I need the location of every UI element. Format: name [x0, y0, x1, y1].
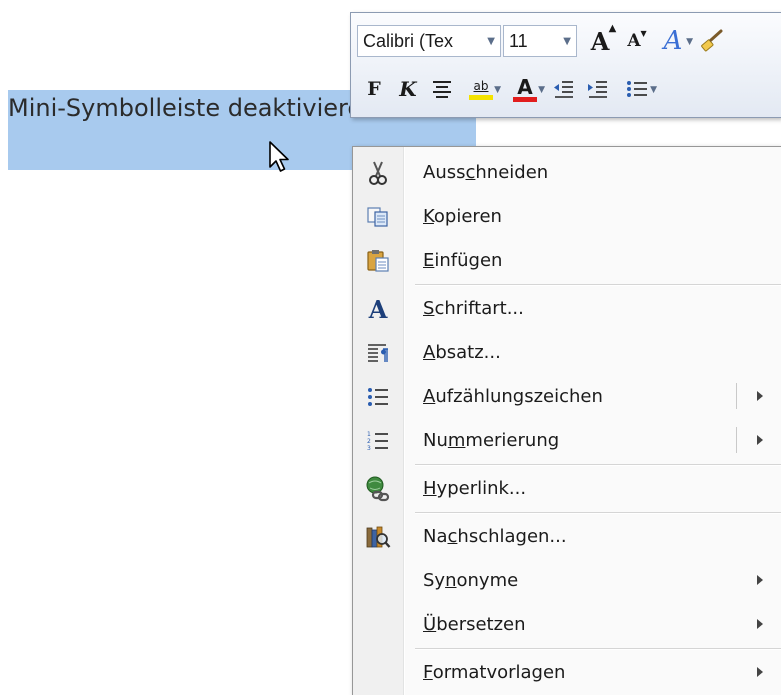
- mouse-pointer-icon: [269, 141, 289, 172]
- chevron-down-icon[interactable]: ▼: [563, 36, 571, 47]
- font-color-bar: [513, 96, 537, 102]
- hyperlink-icon: [363, 475, 393, 503]
- font-name-combo[interactable]: Calibri (Tex ▼: [357, 25, 501, 57]
- menu-item-translate[interactable]: Übersetzen: [353, 603, 781, 647]
- bullets-icon: [363, 383, 393, 411]
- menu-item-label: Formatvorlagen: [423, 662, 566, 683]
- split-divider: [736, 427, 737, 453]
- copy-icon: [363, 203, 393, 231]
- bullets-icon: [627, 81, 647, 97]
- font-color-glyph: A: [517, 74, 533, 99]
- chevron-right-icon[interactable]: [757, 667, 763, 677]
- text-styles-icon: A: [664, 26, 683, 56]
- chevron-down-icon[interactable]: ▼: [686, 37, 693, 47]
- grow-font-glyph: A: [590, 26, 610, 56]
- font-icon: A: [363, 294, 393, 324]
- highlight-color-bar: [469, 94, 493, 100]
- svg-text:2: 2: [367, 438, 371, 445]
- menu-item-numbering[interactable]: 123 Nummerierung: [353, 419, 781, 463]
- menu-separator: [415, 648, 781, 650]
- text-styles-glyph: A: [663, 26, 683, 56]
- menu-item-label: Ausschneiden: [423, 162, 549, 183]
- font-size-combo[interactable]: 11 ▼: [503, 25, 577, 57]
- chevron-down-icon[interactable]: ▼: [494, 85, 501, 95]
- paste-icon: [363, 247, 393, 275]
- highlight-icon: ab: [469, 79, 493, 100]
- menu-item-label: Kopieren: [423, 206, 502, 227]
- chevron-right-icon[interactable]: [757, 391, 763, 401]
- mini-toolbar-row-2: F K ab ▼ A ▼ ▼: [351, 67, 659, 111]
- menu-item-bullets[interactable]: Aufzählungszeichen: [353, 375, 781, 419]
- menu-item-font[interactable]: A Schriftart...: [353, 287, 781, 331]
- bullets-button[interactable]: ▼: [615, 71, 659, 107]
- svg-text:3: 3: [367, 445, 371, 452]
- shrink-font-button[interactable]: A ▼: [617, 23, 651, 59]
- highlight-button[interactable]: ab ▼: [459, 71, 503, 107]
- chevron-down-icon[interactable]: ▼: [487, 36, 495, 47]
- font-name-value: Calibri (Tex: [363, 30, 454, 51]
- format-painter-button[interactable]: [695, 23, 729, 59]
- menu-item-synonyms[interactable]: Synonyme: [353, 559, 781, 603]
- menu-item-hyperlink[interactable]: Hyperlink...: [353, 467, 781, 511]
- grow-font-icon: A ▲: [590, 22, 617, 56]
- font-color-button[interactable]: A ▼: [503, 71, 547, 107]
- chevron-right-icon[interactable]: [757, 435, 763, 445]
- document-text[interactable]: Mini-Symbolleiste deaktivieren: [8, 94, 377, 122]
- svg-text:1: 1: [367, 431, 371, 438]
- increase-indent-icon: [588, 81, 607, 98]
- menu-item-label: Absatz...: [423, 342, 501, 363]
- italic-icon: K: [399, 77, 417, 101]
- menu-separator: [415, 284, 781, 286]
- menu-item-copy[interactable]: Kopieren: [353, 195, 781, 239]
- numbering-icon: 123: [363, 427, 393, 455]
- font-color-icon: A: [513, 77, 537, 102]
- menu-item-paste[interactable]: Einfügen: [353, 239, 781, 283]
- menu-separator: [415, 464, 781, 466]
- shrink-font-glyph: A: [627, 31, 641, 51]
- menu-item-label: Einfügen: [423, 250, 503, 271]
- font-icon-glyph: A: [368, 294, 388, 324]
- increase-indent-button[interactable]: [581, 71, 615, 107]
- chevron-right-icon[interactable]: [757, 619, 763, 629]
- bold-button[interactable]: F: [357, 71, 391, 107]
- context-menu: Ausschneiden Kopieren Einfügen A Schrift…: [352, 146, 781, 695]
- menu-item-label: Hyperlink...: [423, 478, 527, 499]
- research-icon: [363, 523, 393, 551]
- menu-item-label: Nummerierung: [423, 430, 560, 451]
- font-size-value: 11: [509, 30, 528, 51]
- menu-item-paragraph[interactable]: Absatz...: [353, 331, 781, 375]
- shrink-font-icon: A ▼: [627, 28, 647, 51]
- decrease-indent-icon: [554, 81, 573, 98]
- chevron-down-icon[interactable]: ▼: [650, 85, 657, 95]
- bold-icon: F: [367, 78, 381, 100]
- format-painter-icon: [701, 29, 723, 52]
- mini-toolbar-row-1: Calibri (Tex ▼ 11 ▼ A ▲ A ▼ A ▼: [351, 19, 729, 63]
- highlight-glyph: ab: [473, 78, 489, 93]
- menu-item-cut[interactable]: Ausschneiden: [353, 151, 781, 195]
- menu-item-label: Nachschlagen...: [423, 526, 567, 547]
- split-divider: [736, 383, 737, 409]
- center-align-icon: [433, 81, 451, 98]
- chevron-down-icon[interactable]: ▼: [538, 85, 545, 95]
- menu-item-label: Schriftart...: [423, 298, 524, 319]
- decrease-indent-button[interactable]: [547, 71, 581, 107]
- mini-toolbar: Calibri (Tex ▼ 11 ▼ A ▲ A ▼ A ▼ F K ab ▼…: [350, 12, 781, 118]
- chevron-right-icon[interactable]: [757, 575, 763, 585]
- center-align-button[interactable]: [425, 71, 459, 107]
- menu-item-research[interactable]: Nachschlagen...: [353, 515, 781, 559]
- menu-item-label: Übersetzen: [423, 614, 526, 635]
- text-styles-button[interactable]: A ▼: [651, 23, 695, 59]
- italic-button[interactable]: K: [391, 71, 425, 107]
- grow-font-button[interactable]: A ▲: [583, 23, 617, 59]
- paragraph-icon: [363, 339, 393, 367]
- menu-item-label: Synonyme: [423, 570, 519, 591]
- menu-item-label: Aufzählungszeichen: [423, 386, 603, 407]
- menu-item-styles[interactable]: Formatvorlagen: [353, 651, 781, 695]
- menu-separator: [415, 512, 781, 514]
- scissors-icon: [363, 159, 393, 187]
